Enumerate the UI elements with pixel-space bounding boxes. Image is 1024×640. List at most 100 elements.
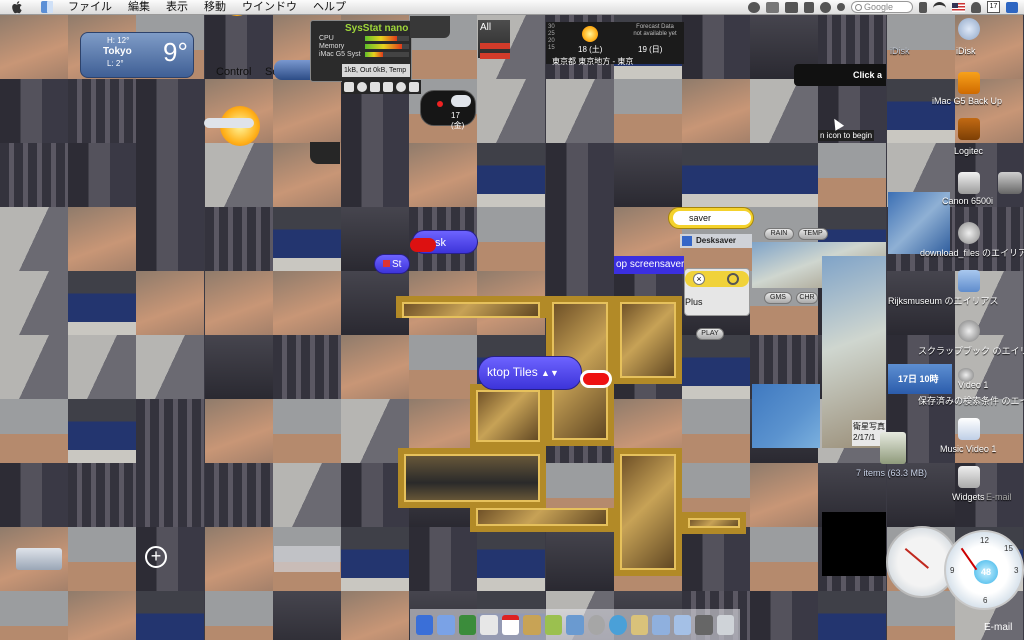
display-icon[interactable] bbox=[785, 1, 798, 13]
all-label: All bbox=[480, 22, 492, 33]
google-search-field[interactable]: Google bbox=[851, 1, 913, 13]
search-input[interactable]: saver bbox=[673, 211, 751, 225]
search-result-row[interactable]: Desksaver bbox=[680, 234, 752, 248]
red-toggle[interactable] bbox=[410, 238, 436, 252]
menu-edit[interactable]: 編集 bbox=[120, 0, 158, 15]
weather-pill-widget[interactable]: 17 (金) bbox=[420, 90, 476, 130]
lock-icon[interactable] bbox=[919, 1, 927, 13]
logitec-label[interactable]: Logitec bbox=[954, 146, 983, 156]
temp-button[interactable]: TEMP bbox=[798, 228, 828, 240]
dock-app-icon[interactable] bbox=[566, 614, 584, 635]
finder-app-icon[interactable] bbox=[40, 0, 54, 14]
clock-icon[interactable] bbox=[396, 82, 406, 92]
dashboard-toolbar[interactable] bbox=[16, 548, 62, 570]
saved-search-icon[interactable] bbox=[958, 368, 974, 382]
idisk-label[interactable]: iDisk bbox=[956, 46, 976, 56]
satellite-map-4[interactable] bbox=[752, 384, 820, 448]
gms-button[interactable]: GMS bbox=[764, 292, 792, 304]
dock-app-icon[interactable] bbox=[416, 614, 434, 635]
music-video-label[interactable]: Music Video 1 bbox=[940, 444, 996, 454]
close-icon[interactable]: × bbox=[693, 273, 705, 285]
menu-file[interactable]: ファイル bbox=[60, 0, 120, 15]
logitec-icon[interactable] bbox=[958, 118, 980, 140]
add-widget-button[interactable]: + bbox=[145, 546, 167, 568]
close-pill[interactable]: × bbox=[685, 271, 749, 287]
screensaver-pill[interactable]: op screensaver bbox=[614, 256, 684, 274]
tools-icon[interactable] bbox=[370, 82, 380, 92]
gear-small-icon[interactable] bbox=[837, 3, 845, 11]
dock-folder-icon[interactable] bbox=[652, 614, 670, 635]
play-button[interactable]: PLAY bbox=[696, 328, 724, 340]
wifi-icon[interactable] bbox=[933, 1, 946, 13]
window-icon[interactable] bbox=[766, 1, 779, 13]
dock-app-icon[interactable] bbox=[544, 614, 563, 635]
weather-pill-date: 17 (金) bbox=[451, 111, 465, 130]
click-at-banner[interactable]: Click a bbox=[794, 64, 886, 86]
music-video-icon[interactable] bbox=[958, 418, 980, 440]
idisk-icon[interactable] bbox=[958, 18, 980, 40]
widgets-label[interactable]: Widgets bbox=[952, 492, 985, 502]
user-icon[interactable] bbox=[971, 1, 981, 13]
dock-app-icon[interactable] bbox=[587, 614, 606, 635]
list-icon[interactable] bbox=[344, 82, 354, 92]
download-alias-icon[interactable] bbox=[958, 222, 980, 244]
dock-trash-icon[interactable] bbox=[716, 614, 735, 635]
dock-app-icon[interactable] bbox=[480, 614, 498, 635]
widgets-folder-icon[interactable] bbox=[958, 466, 980, 488]
weather-widget-tokyo[interactable]: H: 12° Tokyo L: 2° 9° bbox=[80, 32, 194, 78]
window-widget-strip[interactable] bbox=[410, 16, 450, 38]
stop-icon[interactable] bbox=[383, 82, 393, 92]
saved-search-label[interactable]: 保存済みの検索条件 のエイリアス bbox=[918, 394, 1024, 407]
backup-drive-label[interactable]: iMac G5 Back Up bbox=[932, 96, 1002, 106]
red-pill-end[interactable] bbox=[580, 370, 612, 388]
dock-app-icon[interactable] bbox=[630, 614, 649, 635]
clock-widget[interactable]: 12 3 6 9 15 48 bbox=[944, 530, 1024, 610]
grid-icon-widget[interactable] bbox=[310, 142, 340, 164]
dock-calendar-icon[interactable] bbox=[501, 614, 520, 635]
spotlight-icon[interactable] bbox=[1006, 1, 1018, 13]
folder-icon[interactable] bbox=[958, 270, 980, 292]
calendar-icon[interactable]: 17 bbox=[987, 1, 1000, 13]
email-label-faded[interactable]: E-mail bbox=[986, 492, 1012, 502]
scrapbook-label[interactable]: スクラップブック のエイリアス bbox=[918, 344, 1024, 357]
backup-drive-icon[interactable] bbox=[958, 72, 980, 94]
download-alias-label[interactable]: download_files のエイリアス bbox=[920, 246, 1024, 259]
rain-button[interactable]: RAIN bbox=[764, 228, 794, 240]
menu-help[interactable]: ヘルプ bbox=[305, 0, 354, 15]
gear-icon[interactable] bbox=[357, 82, 367, 92]
dock-app-icon[interactable] bbox=[609, 614, 627, 635]
bluetooth-icon[interactable] bbox=[804, 1, 814, 13]
desktop-tiles-pill[interactable]: ktop Tiles ▲▼ bbox=[478, 356, 582, 390]
camera-icon[interactable] bbox=[998, 172, 1022, 194]
network-icon[interactable] bbox=[748, 1, 760, 13]
trash-can-icon[interactable] bbox=[880, 432, 906, 464]
gear-icon[interactable] bbox=[820, 1, 831, 13]
scrapbook-icon[interactable] bbox=[958, 320, 980, 342]
desktop-tile bbox=[136, 399, 205, 463]
idisk-label-small[interactable]: iDisk bbox=[890, 46, 910, 56]
email-label[interactable]: E-mail bbox=[984, 622, 1012, 633]
battery-icon[interactable] bbox=[409, 82, 419, 92]
input-flag-icon[interactable] bbox=[952, 2, 965, 12]
satellite-map-3[interactable] bbox=[888, 192, 950, 254]
printer-icon[interactable] bbox=[958, 172, 980, 194]
controls-panel[interactable]: × Plus bbox=[684, 268, 750, 316]
mini-dock-strip[interactable] bbox=[274, 546, 340, 572]
menu-window[interactable]: ウインドウ bbox=[234, 0, 305, 15]
dock-app-icon[interactable] bbox=[523, 614, 541, 635]
apple-menu-icon[interactable] bbox=[10, 0, 24, 14]
start-pill[interactable]: St bbox=[374, 254, 410, 274]
dock-app-icon[interactable] bbox=[458, 614, 477, 635]
desktop-tile bbox=[682, 335, 750, 399]
menu-view[interactable]: 表示 bbox=[158, 0, 196, 15]
menu-go[interactable]: 移動 bbox=[196, 0, 234, 15]
canon-label[interactable]: Canon 6500i bbox=[942, 196, 993, 206]
chr-button[interactable]: CHR bbox=[796, 292, 818, 304]
rijksmuseum-label[interactable]: Rijksmuseum のエイリアス bbox=[888, 294, 999, 307]
refresh-icon[interactable] bbox=[727, 273, 739, 285]
dock-folder-icon[interactable] bbox=[673, 614, 692, 635]
dock-app-icon[interactable] bbox=[437, 614, 455, 635]
spotlight-search-widget[interactable]: saver bbox=[668, 207, 754, 229]
weather-forecast-widget[interactable]: 30 25 20 15 Forecast Data not available … bbox=[546, 22, 684, 66]
dock-app-icon[interactable] bbox=[695, 614, 713, 635]
